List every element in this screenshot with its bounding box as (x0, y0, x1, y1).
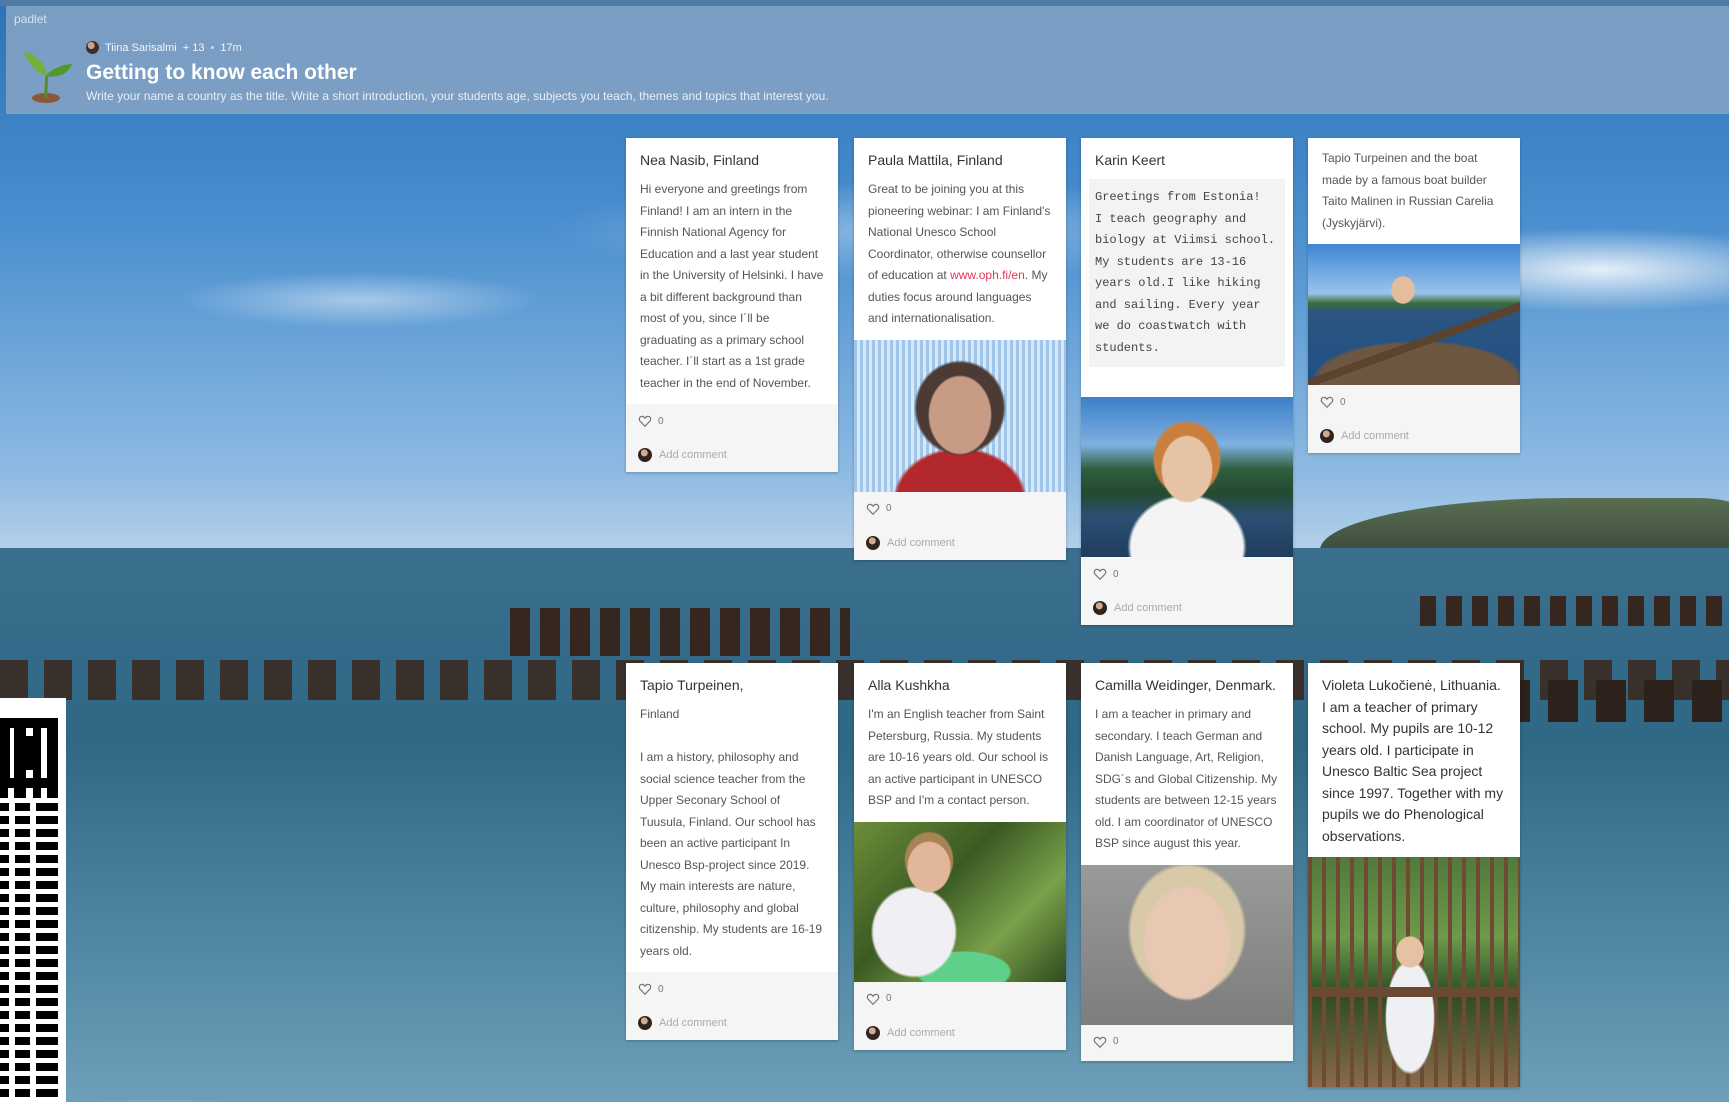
heart-outline-icon (638, 983, 652, 996)
post-title: Alla Kushkha (868, 677, 950, 693)
heart-outline-icon (1093, 568, 1107, 581)
add-comment-button[interactable]: Add comment (1093, 599, 1283, 617)
like-button[interactable]: 0 (866, 498, 1056, 520)
background-breakwater (1420, 596, 1729, 626)
post-footer: 0 (1081, 1024, 1293, 1061)
post-body-code: Greetings from Estonia! I teach geograph… (1089, 179, 1285, 367)
like-button[interactable]: 0 (1093, 1031, 1283, 1053)
add-comment-label: Add comment (1341, 430, 1409, 442)
post-title: Karin Keert (1095, 152, 1166, 168)
user-avatar (638, 1016, 652, 1030)
last-updated: 17m (220, 41, 242, 54)
post-footer: 0 Add comment (854, 491, 1066, 560)
post-body: I'm an English teacher from Saint Peters… (868, 707, 1049, 807)
board-title: Getting to know each other (86, 61, 357, 84)
post-body-text: Great to be joining you at this pioneeri… (868, 182, 1051, 282)
post-card[interactable]: Nea Nasib, Finland Hi everyone and greet… (626, 138, 838, 472)
like-count: 0 (658, 983, 664, 995)
post-card[interactable]: Paula Mattila, Finland Great to be joini… (854, 138, 1066, 560)
like-count: 0 (1113, 1036, 1119, 1047)
add-comment-button[interactable]: Add comment (866, 534, 1056, 552)
heart-outline-icon (866, 993, 880, 1005)
post-card[interactable]: Karin Keert Greetings from Estonia! I te… (1081, 138, 1293, 625)
author-avatar[interactable] (86, 41, 99, 54)
post-footer: 0 Add comment (1081, 557, 1293, 625)
post-title: Paula Mattila, Finland (868, 152, 1003, 168)
post-card[interactable]: Tapio Turpeinen and the boat made by a f… (1308, 138, 1520, 453)
user-avatar (866, 535, 880, 550)
like-count: 0 (886, 993, 892, 1004)
post-body: Hi everyone and greetings from Finland! … (640, 182, 824, 390)
like-button[interactable]: 0 (638, 410, 828, 432)
board-header: padlet Tiina Sarisalmi + 13 • 17m Gettin… (6, 6, 1729, 114)
meta-separator: • (210, 41, 215, 54)
sprout-icon (24, 52, 72, 103)
post-card[interactable]: Tapio Turpeinen, Finland I am a history,… (626, 663, 838, 1040)
add-comment-label: Add comment (659, 449, 727, 461)
post-link[interactable]: www.oph.fi/en (950, 268, 1025, 282)
like-button[interactable]: 0 (1093, 563, 1283, 585)
post-body: I am a teacher in primary and secondary.… (1095, 707, 1278, 850)
add-comment-label: Add comment (659, 1017, 727, 1029)
add-comment-label: Add comment (887, 536, 955, 549)
author-name[interactable]: Tiina Sarisalmi (105, 42, 177, 54)
user-avatar (1093, 601, 1107, 615)
like-count: 0 (1340, 396, 1346, 408)
post-title: Tapio Turpeinen, (640, 677, 744, 693)
post-title: Camilla Weidinger, Denmark. (1095, 677, 1277, 693)
add-comment-label: Add comment (1114, 602, 1182, 614)
heart-outline-icon (866, 503, 880, 515)
add-comment-label: Add comment (887, 1026, 955, 1039)
heart-outline-icon (638, 415, 652, 428)
post-photo[interactable] (1308, 857, 1520, 1087)
user-avatar (638, 448, 652, 462)
post-footer: 0 Add comment (1308, 385, 1520, 453)
post-body: Great to be joining you at this pioneeri… (854, 171, 1066, 340)
background-breakwater (510, 608, 850, 656)
add-comment-button[interactable]: Add comment (866, 1024, 1056, 1042)
post-photo[interactable] (1081, 397, 1293, 557)
board-meta: Tiina Sarisalmi + 13 • 17m (86, 41, 242, 54)
post-footer: 0 Add comment (626, 404, 838, 472)
post-footer: 0 Add comment (626, 972, 838, 1040)
like-button[interactable]: 0 (1320, 391, 1510, 413)
post-title: Violeta Lukočienė, Lithuania. I am a tea… (1322, 677, 1504, 844)
qr-code (0, 698, 66, 1102)
add-comment-button[interactable]: Add comment (638, 1014, 828, 1032)
add-comment-button[interactable]: Add comment (1320, 427, 1510, 445)
post-photo[interactable] (1081, 864, 1293, 1025)
add-comment-button[interactable]: Add comment (638, 446, 828, 464)
qr-code-pattern (0, 718, 58, 1102)
post-card[interactable]: Camilla Weidinger, Denmark. I am a teach… (1081, 663, 1293, 1061)
background-breakwater (1500, 680, 1729, 722)
post-body-text: I am a history, philosophy and social sc… (640, 750, 823, 958)
padlet-brand[interactable]: padlet (14, 12, 47, 26)
post-card[interactable]: Alla Kushkha I'm an English teacher from… (854, 663, 1066, 1050)
like-count: 0 (658, 415, 664, 427)
post-title: Nea Nasib, Finland (640, 152, 760, 168)
like-button[interactable]: 0 (866, 988, 1056, 1010)
board-description: Write your name a country as the title. … (86, 89, 829, 103)
like-count: 0 (1113, 568, 1119, 580)
like-count: 0 (886, 503, 892, 514)
post-body-text: Greetings from Estonia! I teach geograph… (1095, 190, 1276, 355)
heart-outline-icon (1320, 396, 1334, 409)
post-photo[interactable] (854, 339, 1066, 492)
post-photo[interactable] (854, 821, 1066, 982)
user-avatar (866, 1025, 880, 1040)
post-title: Tapio Turpeinen and the boat made by a f… (1322, 151, 1494, 230)
post-body-country: Finland (640, 707, 680, 721)
contributor-count[interactable]: + 13 (183, 42, 205, 54)
heart-outline-icon (1093, 1036, 1107, 1048)
like-button[interactable]: 0 (638, 978, 828, 1000)
user-avatar (1320, 429, 1334, 443)
post-footer: 0 Add comment (854, 981, 1066, 1050)
post-body: Finland I am a history, philosophy and s… (626, 696, 838, 972)
post-card[interactable]: Violeta Lukočienė, Lithuania. I am a tea… (1308, 663, 1520, 1087)
post-photo[interactable] (1308, 244, 1520, 385)
